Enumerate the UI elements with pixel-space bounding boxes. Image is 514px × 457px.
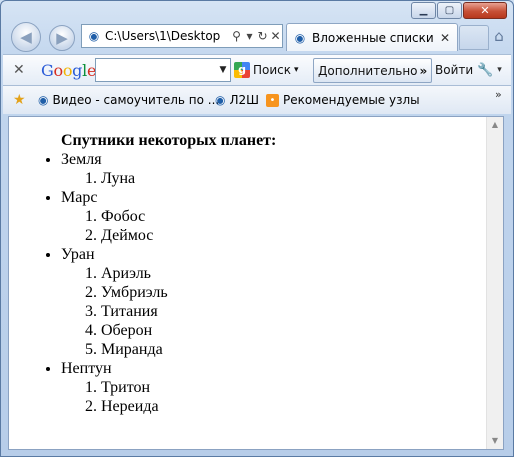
back-arrow-icon: ◀ <box>20 28 32 46</box>
google-search-button[interactable]: g Поиск ▾ <box>234 55 299 85</box>
dropdown-arrow-icon[interactable]: ▾ <box>243 29 256 43</box>
google-icon: g <box>234 62 250 78</box>
google-search-input[interactable]: ▼ <box>95 58 231 82</box>
minimize-button[interactable]: ▁ <box>411 2 436 19</box>
moon-list: Тритон Нереида <box>61 378 479 416</box>
add-favorites-star-icon[interactable]: ★ <box>13 86 26 114</box>
close-tab-icon[interactable]: ✕ <box>437 31 453 45</box>
ie-page-icon: ◉ <box>88 29 100 43</box>
favorite-item[interactable]: ◉ Л2Ш <box>215 86 259 114</box>
address-text: C:\Users\1\Desktop <box>105 29 221 43</box>
forward-button[interactable]: ▶ <box>49 25 75 51</box>
favorite-item[interactable]: • Рекомендуемые узлы <box>266 86 420 114</box>
favorite-item[interactable]: ◉ Видео - самоучитель по ... <box>38 86 219 114</box>
wrench-icon: 🔧 <box>477 62 494 78</box>
google-toolbar: ✕ Google ▼ g Поиск ▾ Дополнительно » Вой… <box>3 54 511 86</box>
close-icon: ✕ <box>480 4 490 17</box>
refresh-icon[interactable]: ↻ <box>256 29 269 43</box>
more-button[interactable]: Дополнительно » <box>313 58 433 83</box>
moon-list: Ариэль Умбриэль Титания Оберон Миранда <box>61 264 479 359</box>
double-chevron-icon: » <box>419 63 428 78</box>
window-caption-buttons: ▁ ▢ ✕ <box>411 2 507 19</box>
ie-page-icon: ◉ <box>215 93 226 107</box>
planet-list: Земля Луна Марс Фобос Деймос Уран Ариэль <box>9 150 479 416</box>
planet-name: Нептун <box>61 360 112 377</box>
list-item-moon: Нереида <box>101 397 479 416</box>
list-item-moon: Ариэль <box>101 264 479 283</box>
list-item-moon: Тритон <box>101 378 479 397</box>
dropdown-arrow-icon: ▾ <box>294 65 299 75</box>
ie-page-icon: ◉ <box>38 93 49 107</box>
close-window-button[interactable]: ✕ <box>463 2 507 19</box>
search-icon[interactable]: ⚲ <box>230 29 243 43</box>
planet-name: Уран <box>61 246 95 263</box>
dropdown-arrow-icon: ▾ <box>497 65 502 75</box>
close-toolbar-icon[interactable]: ✕ <box>13 55 25 85</box>
navigation-bar: ◀ ▶ ◉ C:\Users\1\Desktop ⚲ ▾ ↻ ✕ ◉ Вложе… <box>9 19 509 55</box>
tab-active[interactable]: ◉ Вложенные списки ✕ <box>286 23 458 51</box>
stop-icon[interactable]: ✕ <box>269 29 282 43</box>
list-item-moon: Оберон <box>101 321 479 340</box>
more-button-label: Дополнительно <box>318 63 418 78</box>
search-button-label: Поиск <box>253 63 292 77</box>
scroll-up-icon[interactable]: ▲ <box>487 117 503 133</box>
maximize-button[interactable]: ▢ <box>437 2 462 19</box>
favorite-item-label: Видео - самоучитель по ... <box>52 93 220 107</box>
forward-arrow-icon: ▶ <box>56 29 68 47</box>
back-button[interactable]: ◀ <box>11 22 41 52</box>
list-item-moon: Титания <box>101 302 479 321</box>
signin-link[interactable]: Войти <box>435 55 473 85</box>
favorite-item-label: Л2Ш <box>229 93 259 107</box>
list-item-planet: Земля Луна <box>61 150 479 188</box>
scroll-down-icon[interactable]: ▼ <box>487 433 503 449</box>
maximize-icon: ▢ <box>444 4 455 16</box>
browser-window: ▁ ▢ ✕ ◀ ▶ ◉ C:\Users\1\Desktop ⚲ ▾ ↻ ✕ ◉… <box>0 0 514 457</box>
list-item-moon: Фобос <box>101 207 479 226</box>
moon-list: Фобос Деймос <box>61 207 479 245</box>
rss-feed-icon: • <box>266 93 279 107</box>
address-bar[interactable]: ◉ C:\Users\1\Desktop ⚲ ▾ ↻ ✕ <box>81 24 283 48</box>
home-icon[interactable]: ⌂ <box>489 27 509 47</box>
list-item-moon: Умбриэль <box>101 283 479 302</box>
favorite-item-label: Рекомендуемые узлы <box>283 93 420 107</box>
new-tab-button[interactable] <box>459 25 489 50</box>
moon-list: Луна <box>61 169 479 188</box>
minimize-icon: ▁ <box>419 4 428 16</box>
list-item-moon: Деймос <box>101 226 479 245</box>
dropdown-arrow-icon[interactable]: ▼ <box>216 65 230 75</box>
page-title: Спутники некоторых планет: <box>61 132 277 149</box>
chevron-more-icon[interactable]: » <box>495 80 502 108</box>
list-item-moon: Миранда <box>101 340 479 359</box>
page-content: Спутники некоторых планет: Земля Луна Ма… <box>8 116 504 450</box>
vertical-scrollbar[interactable]: ▲ ▼ <box>486 117 503 449</box>
list-item-planet: Марс Фобос Деймос <box>61 188 479 245</box>
planet-name: Марс <box>61 189 98 206</box>
favorites-bar: ★ ◉ Видео - самоучитель по ... ◉ Л2Ш • Р… <box>3 86 511 114</box>
list-item-planet: Уран Ариэль Умбриэль Титания Оберон Мира… <box>61 245 479 359</box>
google-logo[interactable]: Google <box>41 55 96 85</box>
ie-page-icon: ◉ <box>294 30 306 45</box>
list-item-planet: Нептун Тритон Нереида <box>61 359 479 416</box>
planet-name: Земля <box>61 151 102 168</box>
list-item-moon: Луна <box>101 169 479 188</box>
tab-title: Вложенные списки <box>312 30 434 45</box>
document-body: Спутники некоторых планет: Земля Луна Ма… <box>9 131 479 416</box>
